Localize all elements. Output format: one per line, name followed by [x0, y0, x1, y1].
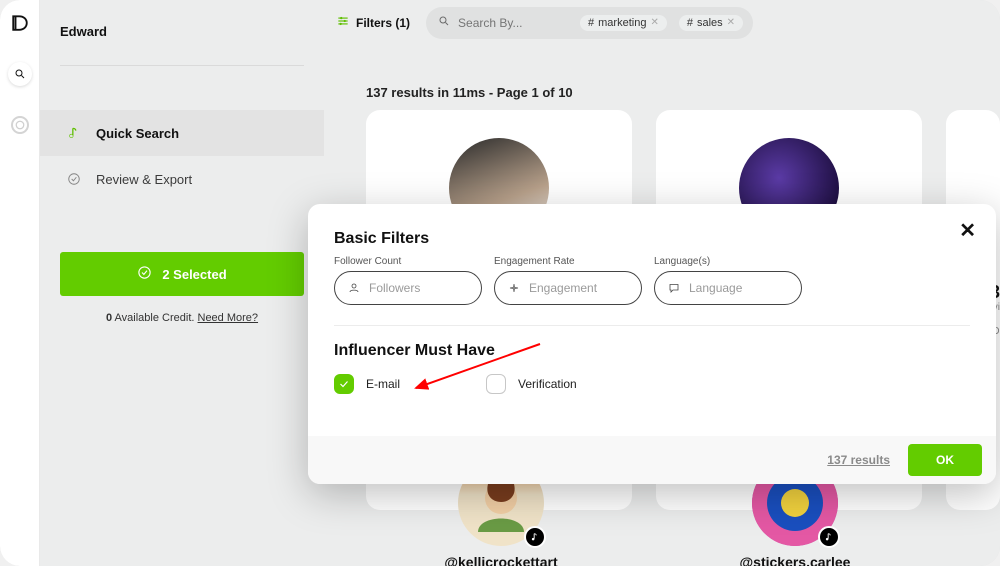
check-email[interactable]: E-mail [334, 374, 400, 394]
selected-button[interactable]: 2 Selected [60, 252, 304, 296]
must-have-title: Influencer Must Have [334, 342, 970, 360]
hash-icon: # [588, 17, 594, 29]
sidebar: Edward Quick Search Review & Export 2 Se… [40, 0, 324, 566]
checkbox-checked-icon[interactable] [334, 374, 354, 394]
topbar: Filters (1) # marketing ✕ # sales ✕ [324, 0, 1000, 45]
filter-field-row: Follower Count Followers Engagement Rate… [334, 256, 970, 305]
user-icon [347, 281, 361, 295]
credit-need-more-link[interactable]: Need More? [198, 312, 259, 324]
basic-filters-modal: ✕ Basic Filters Follower Count Followers… [308, 204, 996, 484]
app-shell: Edward Quick Search Review & Export 2 Se… [0, 0, 1000, 566]
rail-loading-icon[interactable] [11, 116, 29, 134]
tiktok-badge-icon [524, 526, 546, 548]
search-tag-marketing[interactable]: # marketing ✕ [580, 15, 667, 31]
search-input[interactable] [458, 16, 568, 30]
engagement-input[interactable]: Engagement [494, 271, 642, 305]
field-placeholder: Language [689, 281, 742, 295]
check-label: E-mail [366, 377, 400, 391]
filters-button-label: Filters (1) [356, 16, 410, 30]
modal-footer: 137 results OK [308, 436, 996, 484]
sparkle-icon [507, 281, 521, 295]
check-verification[interactable]: Verification [486, 374, 577, 394]
search-pill[interactable]: # marketing ✕ # sales ✕ [426, 7, 753, 39]
ok-button[interactable]: OK [908, 444, 982, 476]
credit-line: 0 Available Credit. Need More? [40, 312, 324, 324]
language-input[interactable]: Language [654, 271, 802, 305]
tiktok-badge-icon [818, 526, 840, 548]
sidebar-nav: Quick Search Review & Export [40, 110, 324, 202]
close-icon[interactable]: ✕ [959, 218, 976, 243]
sidebar-item-review-export[interactable]: Review & Export [40, 156, 324, 202]
hash-icon: # [687, 17, 693, 29]
credit-text: Available Credit. [115, 312, 195, 324]
app-logo[interactable] [11, 14, 29, 32]
chat-icon [667, 281, 681, 295]
sliders-icon [336, 14, 350, 31]
check-circle-icon [66, 171, 82, 187]
sidebar-item-quick-search[interactable]: Quick Search [40, 110, 324, 156]
field-placeholder: Followers [369, 281, 420, 295]
field-label: Engagement Rate [494, 256, 642, 267]
tag-remove-icon[interactable]: ✕ [727, 17, 735, 28]
tag-remove-icon[interactable]: ✕ [650, 17, 658, 28]
search-tag-sales[interactable]: # sales ✕ [679, 15, 743, 31]
field-label: Language(s) [654, 256, 802, 267]
modal-divider [334, 325, 970, 326]
results-summary: 137 results in 11ms - Page 1 of 10 [324, 45, 1000, 106]
filter-field-engagement-rate: Engagement Rate Engagement [494, 256, 642, 305]
modal-title: Basic Filters [334, 230, 970, 248]
filter-field-follower-count: Follower Count Followers [334, 256, 482, 305]
result-handle: @kellicrockettart [444, 554, 557, 566]
sidebar-divider [60, 65, 304, 66]
rail-search-icon[interactable] [8, 62, 32, 86]
check-label: Verification [518, 377, 577, 391]
selected-button-label: 2 Selected [162, 267, 226, 282]
sidebar-item-label: Quick Search [96, 126, 179, 141]
results-count-link[interactable]: 137 results [827, 453, 890, 467]
followers-input[interactable]: Followers [334, 271, 482, 305]
result-handle: @stickers.carlee [740, 554, 851, 566]
sidebar-user-name: Edward [40, 0, 324, 45]
field-placeholder: Engagement [529, 281, 597, 295]
music-note-icon [66, 125, 82, 141]
search-icon [438, 14, 450, 32]
field-label: Follower Count [334, 256, 482, 267]
credit-count: 0 [106, 312, 112, 324]
check-circle-icon [137, 265, 152, 283]
tag-label: marketing [598, 17, 646, 29]
filters-button[interactable]: Filters (1) [330, 14, 416, 31]
sidebar-item-label: Review & Export [96, 172, 192, 187]
must-have-checks: E-mail Verification [334, 374, 970, 394]
tag-label: sales [697, 17, 723, 29]
checkbox-unchecked-icon[interactable] [486, 374, 506, 394]
left-icon-rail [0, 0, 40, 566]
filter-field-languages: Language(s) Language [654, 256, 802, 305]
